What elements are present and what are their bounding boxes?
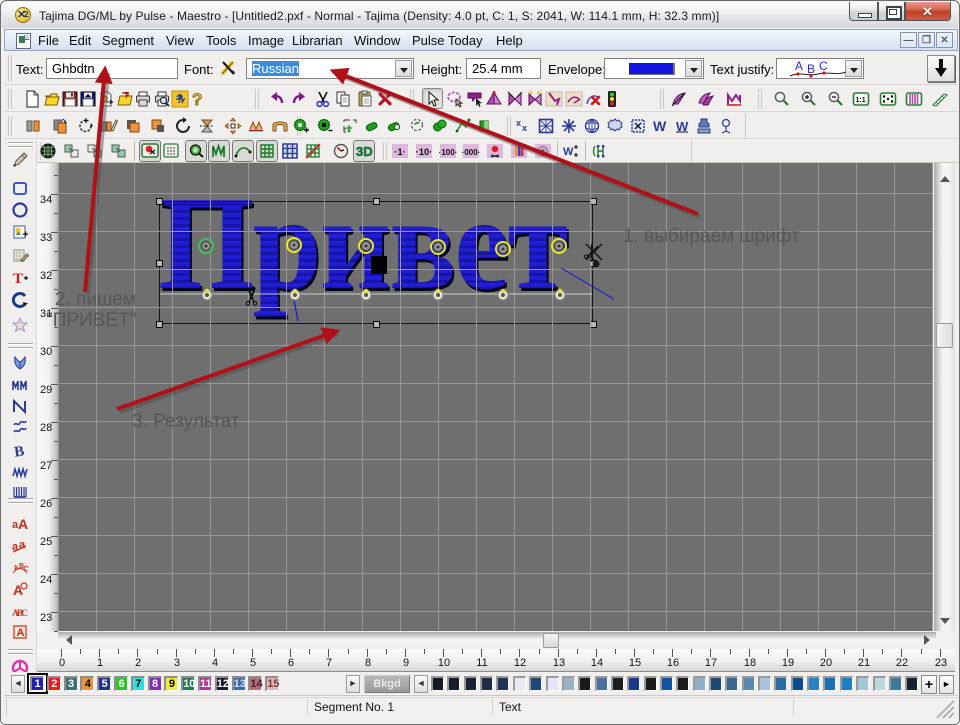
svg-text:·1·: ·1· xyxy=(394,147,406,158)
svg-text:C: C xyxy=(819,59,828,73)
svg-text:T: T xyxy=(13,271,23,287)
svg-text:A: A xyxy=(18,516,28,532)
svg-text:B: B xyxy=(807,62,815,76)
svg-text:3D: 3D xyxy=(356,144,373,159)
svg-text:·000·: ·000· xyxy=(462,148,480,157)
svg-text:1:1: 1:1 xyxy=(856,97,866,104)
svg-text:W: W xyxy=(653,118,667,134)
svg-text:x: x xyxy=(516,118,521,128)
svg-text:✂: ✂ xyxy=(237,285,267,307)
svg-text:T: T xyxy=(124,91,129,100)
svg-text:x: x xyxy=(522,123,527,133)
svg-text:·100·: ·100· xyxy=(439,148,457,157)
svg-text:A: A xyxy=(795,59,803,73)
svg-text:A: A xyxy=(17,627,25,639)
svg-text:ABC: ABC xyxy=(12,609,28,619)
svg-text:?: ? xyxy=(192,90,202,108)
svg-text:·10·: ·10· xyxy=(416,147,433,158)
svg-text:W: W xyxy=(563,146,574,158)
svg-text:C: C xyxy=(22,565,29,573)
svg-text:B: B xyxy=(13,443,25,459)
